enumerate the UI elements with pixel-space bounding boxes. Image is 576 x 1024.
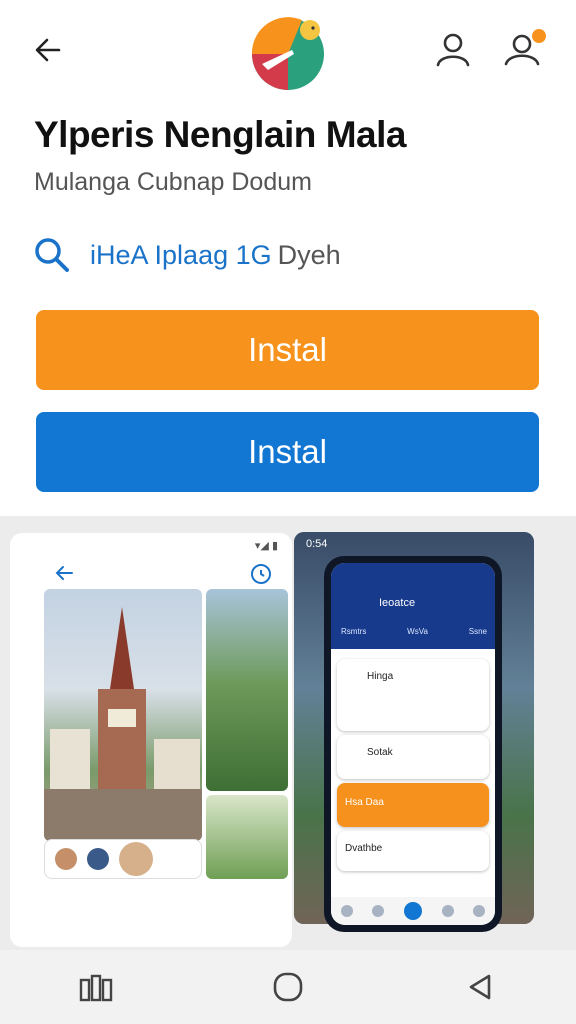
recents-button[interactable] <box>66 957 126 1017</box>
avatar-row <box>44 839 202 879</box>
search-icon <box>251 564 271 584</box>
profile-icon <box>473 905 486 917</box>
phone-card-title: Dvathbe <box>345 843 383 854</box>
phone-tab: WsVa <box>407 627 428 636</box>
home-button[interactable] <box>258 957 318 1017</box>
info-icon <box>403 902 422 920</box>
avatar <box>119 842 153 876</box>
app-header <box>0 0 576 100</box>
phone-header-title: Ieoatce <box>379 597 416 609</box>
account-button[interactable] <box>500 24 550 72</box>
person-icon <box>436 33 470 67</box>
search-link-text[interactable]: iHeA Iplaag 1G <box>90 240 272 271</box>
app-subtitle: Mulanga Cubnap Dodum <box>34 168 312 196</box>
phone-card-title: Hsa Daa <box>345 797 384 808</box>
search-icon <box>372 905 385 917</box>
phone-card: Sotak <box>337 735 489 779</box>
install-button-secondary[interactable]: Instal <box>36 412 539 492</box>
search-link-row[interactable]: iHeA Iplaag 1G Dyeh <box>32 232 552 278</box>
phone-bottom-nav <box>331 897 495 925</box>
recents-icon <box>79 974 113 1002</box>
home-circle-icon <box>273 972 303 1002</box>
profile-button[interactable] <box>430 26 476 72</box>
back-button[interactable] <box>26 28 70 72</box>
search-rest-text: Dyeh <box>277 239 341 270</box>
nav-back-button[interactable] <box>450 957 510 1017</box>
photo-tower <box>44 589 202 841</box>
phone-app-header: Ieoatce Rsmtrs WsVa Ssne <box>331 563 495 649</box>
avatar <box>55 848 77 870</box>
phone-card-title: Sotak <box>367 747 393 758</box>
phone-card: Hinga <box>337 659 489 731</box>
phone-screen: Ieoatce Rsmtrs WsVa Ssne Hinga Sotak Hsa… <box>331 563 495 925</box>
app-logo-icon <box>251 17 324 90</box>
arrow-left-icon <box>55 566 73 580</box>
phone-tabs: Rsmtrs WsVa Ssne <box>341 627 487 636</box>
phone-mockup: Ieoatce Rsmtrs WsVa Ssne Hinga Sotak Hsa… <box>324 556 502 932</box>
status-bar-icons: ▾◢ ▮ <box>254 540 278 552</box>
person-notification-icon <box>504 29 546 66</box>
triangle-back-icon <box>469 974 491 1000</box>
install-button-primary[interactable]: Instal <box>36 310 539 390</box>
home-icon <box>340 905 353 917</box>
photo-person <box>206 795 288 879</box>
system-nav-bar <box>0 950 576 1024</box>
app-title: Ylperis Nenglain Mala <box>34 114 406 155</box>
phone-tab: Rsmtrs <box>341 627 367 636</box>
avatar <box>87 848 109 870</box>
gallery-icon <box>441 905 454 917</box>
phone-card-title: Hinga <box>367 671 394 682</box>
search-icon <box>35 238 69 272</box>
phone-card: Dvathbe <box>337 831 489 871</box>
arrow-left-icon <box>35 38 61 62</box>
photo-garden <box>206 589 288 791</box>
phone-tab: Ssne <box>468 627 487 636</box>
phone-card: Hsa Daa <box>337 783 489 827</box>
status-time: 0:54 <box>306 538 328 550</box>
screenshot-card-1[interactable]: ▾◢ ▮ <box>10 533 292 947</box>
